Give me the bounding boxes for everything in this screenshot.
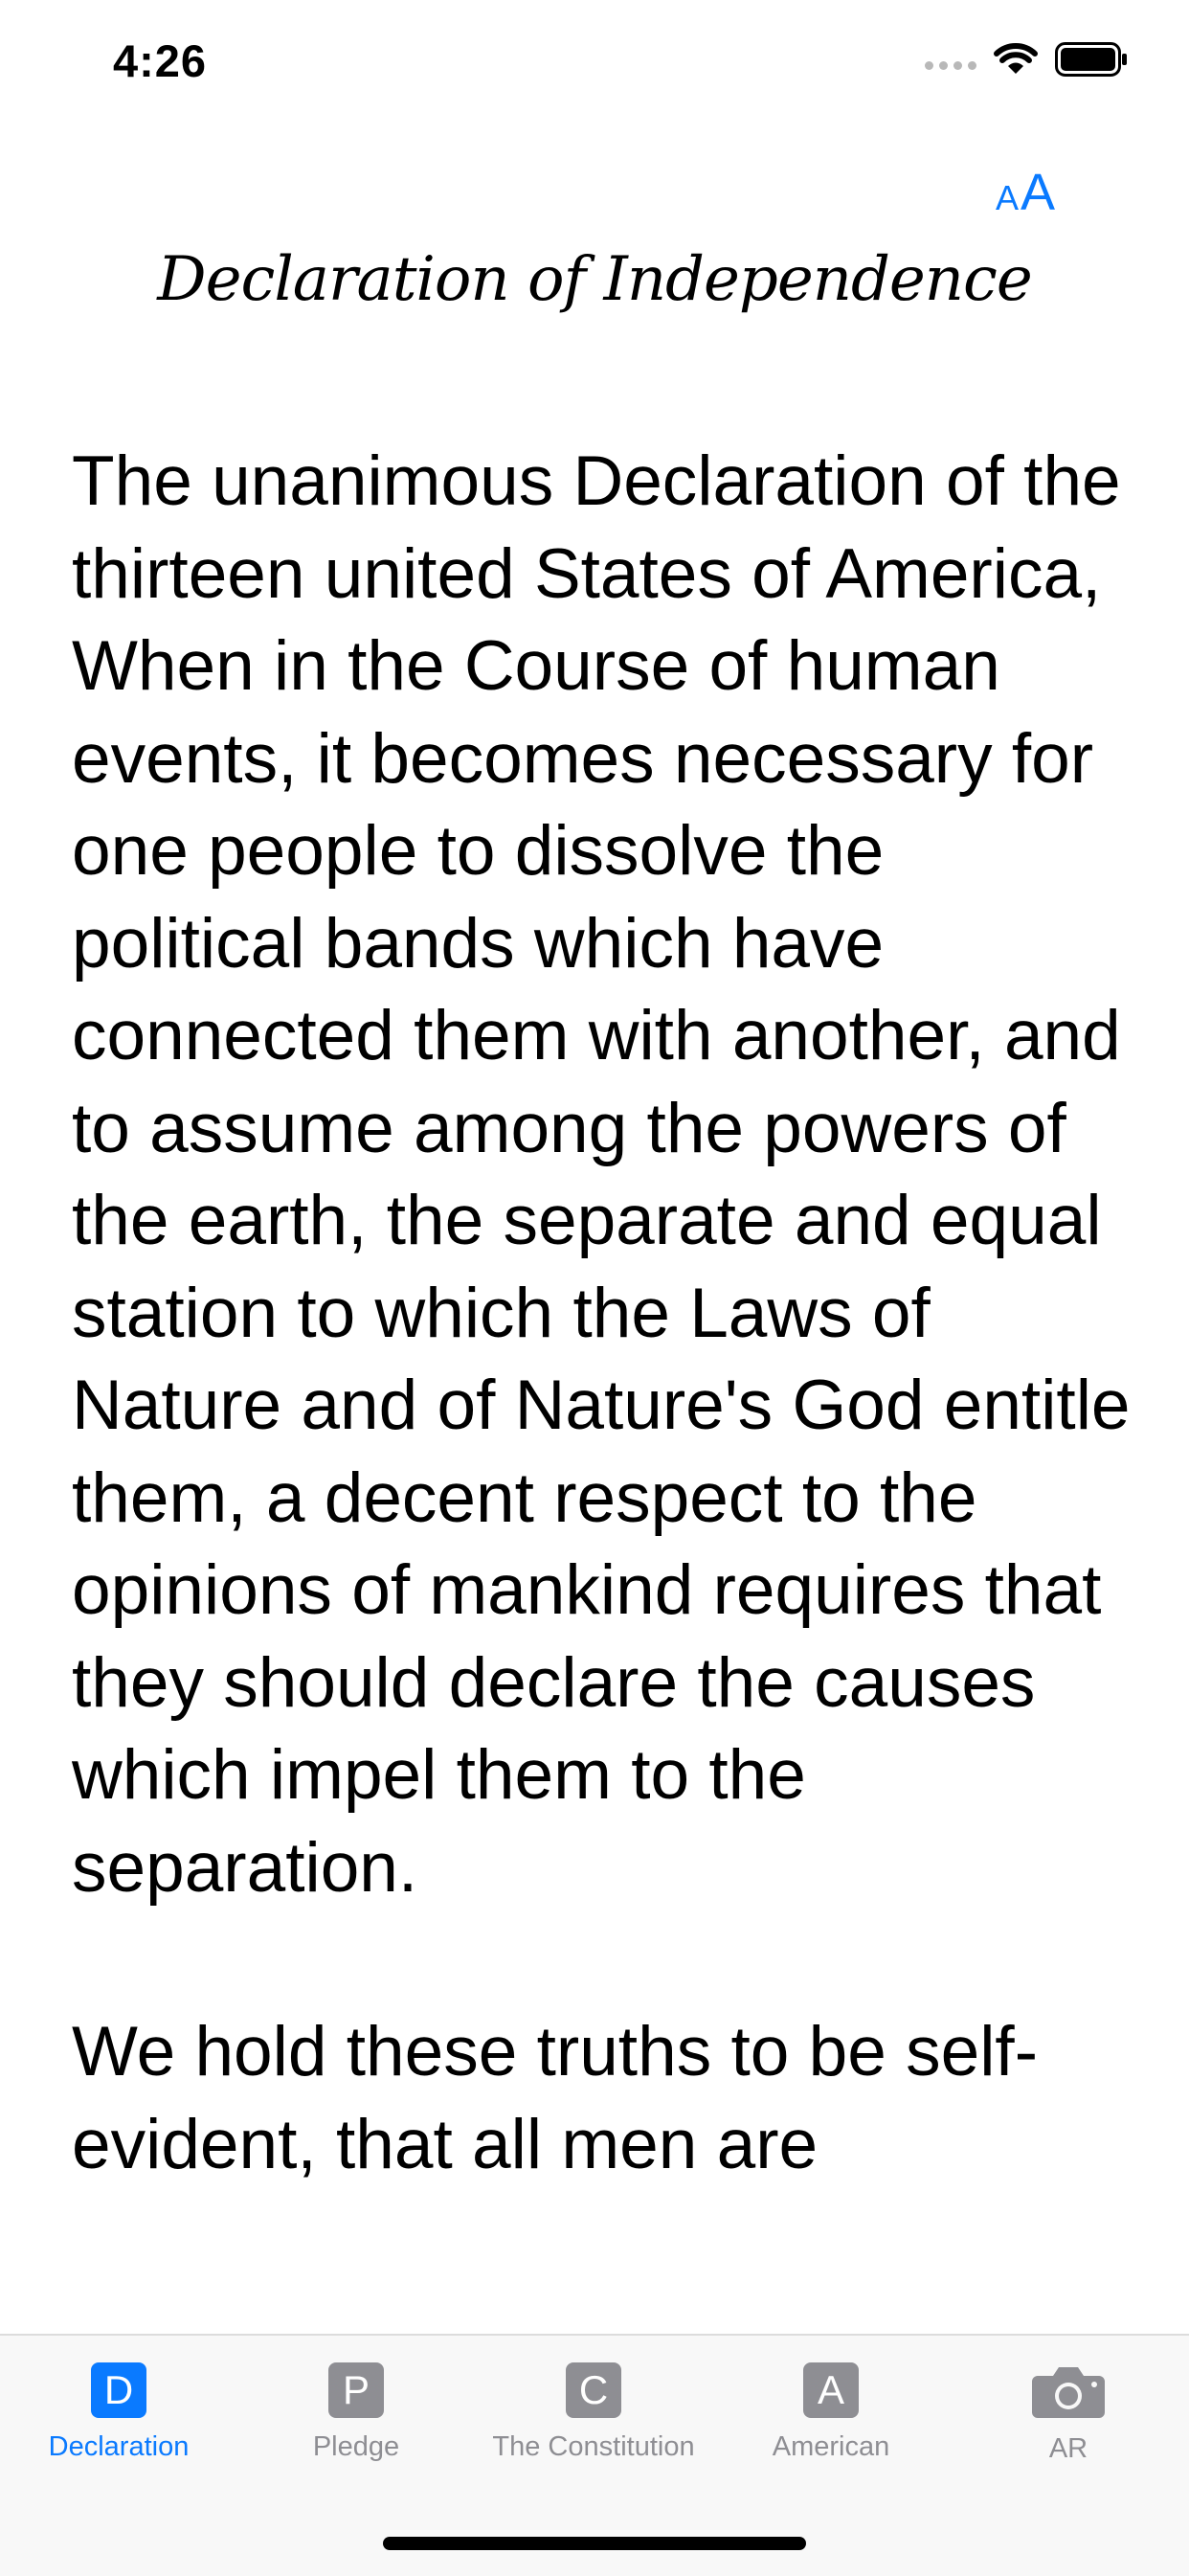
document-body[interactable]: The unanimous Declaration of the thirtee… [72, 436, 1134, 2279]
camera-icon [1032, 2367, 1105, 2418]
constitution-icon: C [566, 2362, 621, 2418]
tab-pledge[interactable]: P Pledge [237, 2362, 475, 2463]
tab-label: Declaration [48, 2431, 190, 2462]
text-size-large-label: A [1020, 164, 1055, 221]
document-title: Declaration of Independence [157, 244, 1032, 315]
document-paragraph: We hold these truths to be self-evident,… [72, 2013, 1039, 2183]
tab-label: American [772, 2431, 890, 2462]
text-size-small-label: A [995, 178, 1019, 217]
status-icons [925, 42, 1128, 77]
wifi-icon [994, 43, 1038, 74]
status-bar: 4:26 [0, 0, 1189, 124]
status-time: 4:26 [113, 35, 208, 86]
home-indicator [383, 2537, 806, 2550]
tab-ar[interactable]: AR [950, 2362, 1187, 2465]
tab-the-constitution[interactable]: C The Constitution [475, 2362, 712, 2463]
tab-label: The Constitution [492, 2431, 695, 2462]
tab-declaration[interactable]: D Declaration [0, 2362, 237, 2463]
battery-icon [1055, 42, 1127, 77]
document-paragraph: The unanimous Declaration of the thirtee… [72, 442, 1131, 1907]
pledge-icon: P [328, 2362, 384, 2418]
tab-label: Pledge [312, 2431, 400, 2462]
tab-american[interactable]: A American [712, 2362, 950, 2463]
declaration-icon: D [91, 2362, 146, 2418]
text-size-button[interactable]: A A [996, 163, 1055, 222]
signal-icon [925, 60, 976, 70]
american-icon: A [803, 2362, 859, 2418]
tab-label: AR [1048, 2433, 1088, 2464]
